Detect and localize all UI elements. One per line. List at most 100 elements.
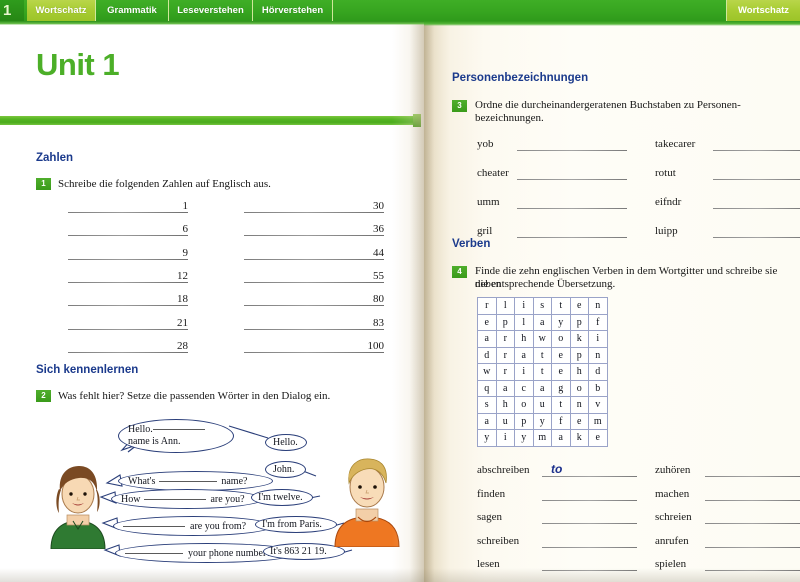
word-search-cell[interactable]: p: [569, 346, 589, 364]
answer-blank[interactable]: [517, 208, 627, 209]
word-search-cell[interactable]: r: [477, 297, 497, 315]
word-search-cell[interactable]: f: [551, 412, 571, 430]
answer-blank[interactable]: [542, 476, 637, 477]
word-search-cell[interactable]: y: [477, 429, 497, 447]
word-search-cell[interactable]: y: [532, 412, 552, 430]
word-search-cell[interactable]: d: [588, 363, 608, 381]
word-search-cell[interactable]: s: [477, 396, 497, 414]
word-search-cell[interactable]: m: [588, 412, 608, 430]
word-search-cell[interactable]: l: [495, 297, 515, 315]
word-search-cell[interactable]: r: [495, 330, 515, 348]
word-search-cell[interactable]: o: [569, 379, 589, 397]
answer-blank[interactable]: [705, 476, 800, 477]
word-search-cell[interactable]: m: [532, 429, 552, 447]
answer-blank[interactable]: [713, 237, 800, 238]
answer-blank[interactable]: [542, 570, 637, 571]
tab-hoerverstehen[interactable]: Hörverstehen: [253, 0, 333, 21]
word-answer-row: rotut: [655, 165, 800, 186]
word-search-cell[interactable]: p: [495, 313, 515, 331]
word-search-cell[interactable]: e: [569, 297, 589, 315]
word-search-cell[interactable]: i: [514, 363, 534, 381]
answer-blank[interactable]: [713, 150, 800, 151]
answer-blank[interactable]: [517, 150, 627, 151]
word-answer-row: machen: [655, 486, 800, 507]
answer-blank[interactable]: [542, 499, 637, 501]
word-search-cell[interactable]: e: [551, 363, 571, 381]
word-search-cell[interactable]: l: [514, 313, 534, 331]
answer-blank[interactable]: [713, 208, 800, 209]
word-search-cell[interactable]: a: [551, 429, 571, 447]
word-search-cell[interactable]: a: [477, 412, 497, 430]
word-search-cell[interactable]: k: [569, 429, 589, 447]
word-search-cell[interactable]: t: [532, 363, 552, 381]
word-search-cell[interactable]: a: [495, 379, 515, 397]
tab-grammatik[interactable]: Grammatik: [96, 0, 169, 21]
scrambled-word-label: yob: [477, 138, 494, 150]
word-search-cell[interactable]: c: [514, 379, 534, 397]
word-search-cell[interactable]: h: [569, 363, 589, 381]
bubble-text-4a: What's: [128, 475, 156, 487]
word-search-cell[interactable]: r: [495, 363, 515, 381]
word-search-cell[interactable]: d: [477, 346, 497, 364]
answer-blank[interactable]: [705, 570, 800, 571]
word-search-cell[interactable]: h: [514, 330, 534, 348]
answer-blank[interactable]: [705, 546, 800, 548]
speech-bubble-boy-john: John.: [265, 461, 306, 478]
word-search-cell[interactable]: e: [477, 313, 497, 331]
scrambled-word-label: anrufen: [655, 534, 689, 547]
word-search-cell[interactable]: y: [514, 429, 534, 447]
word-search-grid[interactable]: rlisteneplaypfarhwokidratepnwritehdqacag…: [477, 297, 608, 447]
scrambled-word-label: rotut: [655, 167, 676, 179]
answer-blank[interactable]: [517, 179, 627, 180]
word-search-cell[interactable]: t: [551, 297, 571, 315]
tab-wortschatz-right-page[interactable]: Wortschatz: [726, 0, 800, 21]
word-search-cell[interactable]: p: [569, 313, 589, 331]
word-search-cell[interactable]: e: [588, 429, 608, 447]
tab-leseverstehen[interactable]: Leseverstehen: [169, 0, 253, 21]
answer-blank[interactable]: [705, 499, 800, 501]
word-search-cell[interactable]: i: [514, 297, 534, 315]
word-search-cell[interactable]: e: [569, 412, 589, 430]
answer-blank[interactable]: [542, 523, 637, 524]
word-search-cell[interactable]: v: [588, 396, 608, 414]
word-search-cell[interactable]: a: [532, 379, 552, 397]
tab-wortschatz[interactable]: Wortschatz: [27, 0, 96, 21]
word-search-cell[interactable]: t: [532, 346, 552, 364]
word-search-cell[interactable]: i: [495, 429, 515, 447]
word-search-cell[interactable]: a: [477, 330, 497, 348]
word-search-cell[interactable]: o: [551, 330, 571, 348]
word-search-cell[interactable]: s: [532, 297, 552, 315]
word-search-cell[interactable]: n: [569, 396, 589, 414]
word-search-cell[interactable]: w: [532, 330, 552, 348]
word-search-cell[interactable]: b: [588, 379, 608, 397]
word-search-cell[interactable]: e: [551, 346, 571, 364]
answer-blank[interactable]: [713, 179, 800, 180]
word-answer-row: anrufen: [655, 533, 800, 554]
answer-blank[interactable]: [517, 237, 627, 238]
tab-empty[interactable]: [333, 0, 419, 21]
word-search-cell[interactable]: u: [532, 396, 552, 414]
word-search-row: eplaypf: [477, 313, 608, 331]
word-search-cell[interactable]: t: [551, 396, 571, 414]
word-search-cell[interactable]: k: [569, 330, 589, 348]
word-search-cell[interactable]: n: [588, 297, 608, 315]
word-search-cell[interactable]: y: [551, 313, 571, 331]
scrambled-word-label: cheater: [477, 167, 509, 179]
word-search-cell[interactable]: o: [514, 396, 534, 414]
word-search-cell[interactable]: p: [514, 412, 534, 430]
word-search-cell[interactable]: g: [551, 379, 571, 397]
word-search-cell[interactable]: r: [495, 346, 515, 364]
answer-blank[interactable]: [542, 546, 637, 548]
answer-blank[interactable]: [705, 523, 800, 524]
word-search-cell[interactable]: h: [495, 396, 515, 414]
exercise-instruction-3-line1: Ordne die durcheinandergeratenen Buchsta…: [475, 99, 741, 111]
word-search-cell[interactable]: w: [477, 363, 497, 381]
word-search-cell[interactable]: n: [588, 346, 608, 364]
word-search-cell[interactable]: i: [588, 330, 608, 348]
word-search-cell[interactable]: f: [588, 313, 608, 331]
speech-bubble-girl-hello: Hello. name is Ann.: [118, 419, 234, 453]
word-search-cell[interactable]: a: [532, 313, 552, 331]
word-search-cell[interactable]: u: [495, 412, 515, 430]
word-search-cell[interactable]: a: [514, 346, 534, 364]
word-search-cell[interactable]: q: [477, 379, 497, 397]
